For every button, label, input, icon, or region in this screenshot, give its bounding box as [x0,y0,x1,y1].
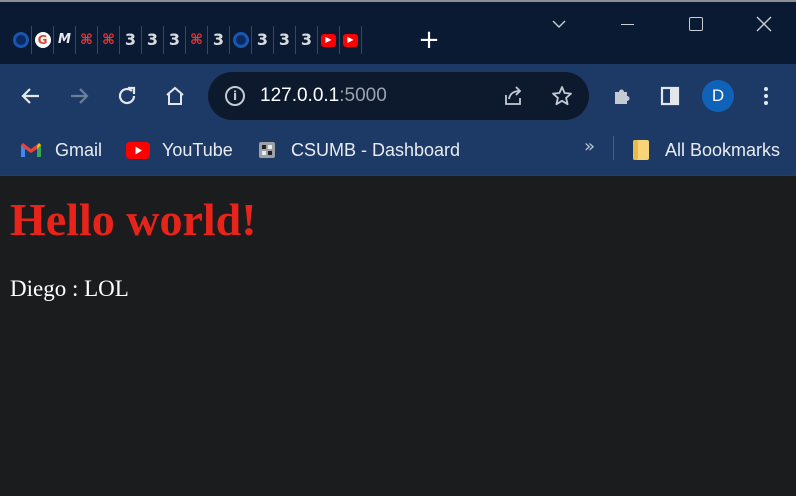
page-heading: Hello world! [10,194,257,245]
minimize-button[interactable] [617,14,637,34]
tab[interactable]: ⌘ [186,26,208,54]
tab[interactable]: 3 [164,26,186,54]
reload-button[interactable] [113,82,141,110]
home-icon [166,86,184,105]
red-logo-icon: ⌘ [102,32,115,48]
three-icon: 3 [300,30,313,49]
youtube-icon: ▶ [321,33,336,47]
bookmark-gmail[interactable]: Gmail [19,138,102,162]
tab[interactable] [230,26,252,54]
share-button[interactable] [501,84,525,108]
arrow-right-icon [71,88,89,104]
tab[interactable]: ⌘ [76,26,98,54]
tab[interactable]: 3 [252,26,274,54]
menu-button[interactable] [752,82,780,110]
three-icon: 3 [146,30,159,49]
maximize-button[interactable] [686,14,706,34]
bookmark-csumb-dashboard[interactable]: CSUMB - Dashboard [255,138,460,162]
tab[interactable]: ▶ [340,26,362,54]
tab[interactable]: M [54,26,76,54]
new-tab-button[interactable]: + [416,27,442,53]
three-icon: 3 [212,30,225,49]
minimize-icon [620,23,634,25]
m-icon: M [58,32,71,47]
back-button[interactable] [17,82,45,110]
page-text: Diego : LOL [10,276,129,301]
bookmark-youtube[interactable]: YouTube [126,138,233,162]
csumb-icon [255,140,279,160]
tab[interactable] [10,26,32,54]
maximize-icon [689,17,703,31]
chevron-down-icon [552,20,566,28]
tab-strip: G M ⌘ ⌘ 3 3 3 ⌘ 3 3 3 3 ▶ ▶ + [0,2,796,64]
three-icon: 3 [256,30,269,49]
close-window-button[interactable] [754,14,774,34]
chrome-icon [12,32,29,48]
chrome-icon [232,32,249,48]
bookmark-label: Gmail [55,139,103,160]
extensions-button[interactable] [608,82,636,110]
all-bookmarks-button[interactable]: All Bookmarks [629,138,780,162]
three-icon: 3 [168,30,181,49]
share-icon [505,86,522,105]
tab[interactable]: ▶ [318,26,340,54]
address-url[interactable]: 127.0.0.1:5000 [260,85,387,107]
arrow-left-icon [21,88,39,104]
three-icon: 3 [278,30,291,49]
page-content: Hello world! Diego : LOL [0,177,796,496]
site-info-icon[interactable]: i [225,86,245,106]
close-icon [756,16,772,32]
folder-icon [629,140,653,160]
address-bar[interactable]: i 127.0.0.1:5000 [208,72,589,120]
tab-search-button[interactable] [549,14,569,34]
more-vert-icon [764,87,768,105]
tab-list: G M ⌘ ⌘ 3 3 3 ⌘ 3 3 3 3 ▶ ▶ [10,26,362,54]
bookmarks-overflow-button[interactable]: » [584,136,595,157]
bookmarks-separator [613,136,614,160]
red-logo-icon: ⌘ [80,32,93,48]
profile-avatar[interactable]: D [702,80,734,112]
browser-toolbar: i 127.0.0.1:5000 D [0,64,796,128]
tab[interactable]: 3 [296,26,318,54]
side-panel-icon [660,86,680,106]
tab[interactable]: G [32,26,54,54]
home-button[interactable] [161,82,189,110]
side-panel-button[interactable] [656,82,684,110]
bookmark-star-button[interactable] [550,84,574,108]
bookmark-label: CSUMB - Dashboard [291,139,461,160]
tab[interactable]: 3 [120,26,142,54]
puzzle-icon [615,89,630,104]
forward-button[interactable] [65,82,93,110]
tab[interactable]: 3 [208,26,230,54]
youtube-icon [126,140,150,160]
gmail-icon [19,140,43,160]
red-logo-icon: ⌘ [190,32,203,48]
reload-icon [118,86,136,105]
tab[interactable]: ⌘ [98,26,120,54]
youtube-icon: ▶ [343,33,358,47]
all-bookmarks-label: All Bookmarks [665,139,781,160]
tab[interactable]: 3 [274,26,296,54]
star-icon [552,86,572,106]
bookmark-label: YouTube [162,139,233,160]
url-port: :5000 [339,85,387,106]
tab[interactable]: 3 [142,26,164,54]
url-host: 127.0.0.1 [260,85,340,106]
google-icon: G [34,32,51,48]
three-icon: 3 [124,30,137,49]
